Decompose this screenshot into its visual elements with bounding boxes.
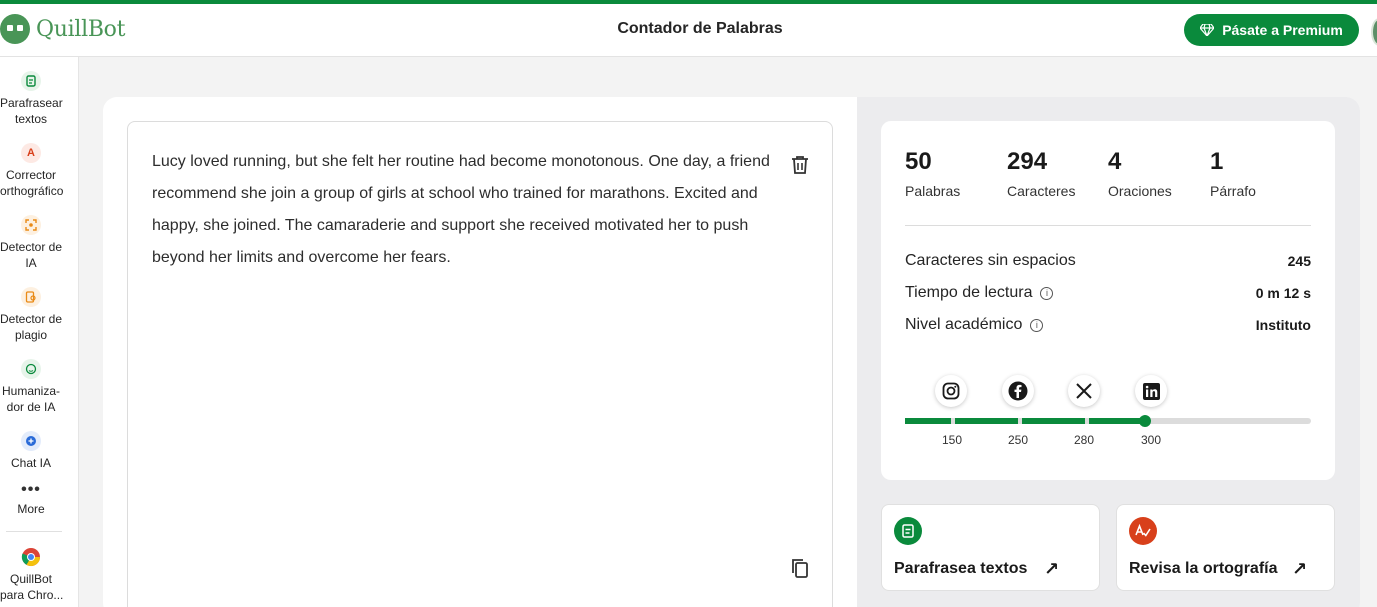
sidebar-item-chrome[interactable]: QuillBot para Chro... [0, 547, 64, 603]
info-icon[interactable]: i [1030, 318, 1044, 332]
arrow-up-right-icon: ↗ [1292, 559, 1308, 579]
sidebar-divider [6, 531, 62, 532]
sidebar-item-humanizer[interactable]: Humaniza- dor de IA [0, 359, 62, 415]
detail-reading-time: Tiempo de lectura i 0 m 12 s [905, 284, 1311, 302]
sidebar-item-grammar[interactable]: A Corrector orthográfico [0, 143, 64, 199]
instagram-icon[interactable] [935, 375, 967, 407]
more-dots-icon: ••• [21, 481, 41, 498]
chrome-icon [21, 547, 41, 567]
character-count-label: Caracteres [1007, 183, 1076, 199]
stat-words: 50 Palabras [905, 147, 960, 199]
stats-panel: 50 Palabras 294 Caracteres 4 Oraciones 1… [857, 97, 1360, 607]
detail-label: Tiempo de lectura i [905, 284, 1054, 302]
detail-value: Instituto [1255, 317, 1311, 333]
tick-label: 150 [941, 433, 963, 447]
social-limit-marker [1139, 415, 1151, 427]
paragraph-count: 1 [1210, 148, 1224, 175]
sentence-count-label: Oraciones [1108, 183, 1172, 199]
grammar-check-icon [1129, 517, 1157, 545]
sidebar: Parafrasear textos A Corrector orthográf… [0, 57, 79, 607]
word-count: 50 [905, 148, 932, 175]
chat-icon [21, 431, 41, 451]
sidebar-item-label: Detector de IA [0, 240, 63, 270]
page-title: Contador de Palabras [617, 20, 783, 37]
stat-paragraphs: 1 Párrafo [1210, 147, 1256, 199]
text-editor[interactable]: Lucy loved running, but she felt her rou… [127, 121, 833, 607]
sidebar-item-chat[interactable]: Chat IA [0, 431, 62, 471]
paraphrase-icon [894, 517, 922, 545]
sidebar-item-paraphrase[interactable]: Parafrasear textos [0, 71, 63, 127]
info-icon[interactable]: i [1040, 286, 1054, 300]
editor-text[interactable]: Lucy loved running, but she felt her rou… [152, 146, 772, 274]
linkedin-icon[interactable] [1135, 375, 1167, 407]
sidebar-item-label: Parafrasear textos [0, 96, 63, 126]
social-limit-segment [955, 418, 1018, 424]
arrow-up-right-icon: ↗ [1044, 559, 1060, 579]
character-count: 294 [1007, 148, 1048, 175]
social-limit-segment [905, 418, 951, 424]
detail-value: 0 m 12 s [1255, 285, 1311, 301]
detail-label-text: Tiempo de lectura [905, 284, 1033, 301]
sidebar-item-label: Corrector orthográfico [0, 168, 64, 198]
sidebar-item-label: Chat IA [10, 456, 52, 470]
premium-label: Pásate a Premium [1222, 22, 1343, 38]
sidebar-item-more[interactable]: ••• More [0, 481, 62, 517]
copy-icon[interactable] [791, 558, 809, 578]
trash-icon[interactable] [791, 155, 809, 175]
paragraph-count-label: Párrafo [1210, 183, 1256, 199]
tick-label: 300 [1140, 433, 1162, 447]
detail-label-text: Nivel académico [905, 316, 1023, 333]
sidebar-item-ai-detector[interactable]: Detector de IA [0, 215, 62, 271]
top-bar: QuillBot Contador de Palabras Pásate a P… [0, 0, 1377, 57]
detail-label: Nivel académico i [905, 316, 1044, 334]
word-counter-card: Lucy loved running, but she felt her rou… [103, 97, 1360, 607]
sentence-count: 4 [1108, 148, 1122, 175]
tick-label: 250 [1007, 433, 1029, 447]
humanizer-icon [21, 359, 41, 379]
detail-label: Caracteres sin espacios [905, 252, 1076, 270]
sidebar-item-label: QuillBot para Chro... [0, 572, 64, 602]
sidebar-item-plagiarism[interactable]: Detector de plagio [0, 287, 62, 343]
paraphrase-icon [21, 71, 41, 91]
action-label: Revisa la ortografía [1129, 560, 1278, 577]
plagiarism-icon [21, 287, 41, 307]
social-limit-segment [1089, 418, 1145, 424]
sidebar-item-label: Detector de plagio [0, 312, 63, 342]
ai-detector-icon [21, 215, 41, 235]
stat-characters: 294 Caracteres [1007, 147, 1075, 199]
premium-button[interactable]: Pásate a Premium [1184, 14, 1359, 46]
sidebar-item-label: Humaniza- dor de IA [1, 384, 61, 414]
action-label: Parafrasea textos [894, 560, 1028, 577]
sidebar-item-label: More [17, 502, 45, 516]
diamond-icon [1200, 24, 1215, 36]
stats-card: 50 Palabras 294 Caracteres 4 Oraciones 1… [881, 121, 1335, 480]
stats-divider [905, 225, 1311, 226]
detail-chars-no-spaces: Caracteres sin espacios 245 [905, 252, 1311, 270]
word-count-label: Palabras [905, 183, 961, 199]
spellcheck-action-card[interactable]: Revisa la ortografía ↗ [1116, 504, 1335, 591]
tick-label: 280 [1073, 433, 1095, 447]
stat-sentences: 4 Oraciones [1108, 147, 1172, 199]
detail-value: 245 [1287, 253, 1311, 269]
x-icon[interactable] [1068, 375, 1100, 407]
user-avatar[interactable] [1371, 18, 1377, 46]
grammar-check-icon: A [21, 143, 41, 163]
detail-academic-level: Nivel académico i Instituto [905, 316, 1311, 334]
social-limit-segment [1022, 418, 1085, 424]
paraphrase-action-card[interactable]: Parafrasea textos ↗ [881, 504, 1100, 591]
detail-label-text: Caracteres sin espacios [905, 252, 1076, 269]
facebook-icon[interactable] [1002, 375, 1034, 407]
